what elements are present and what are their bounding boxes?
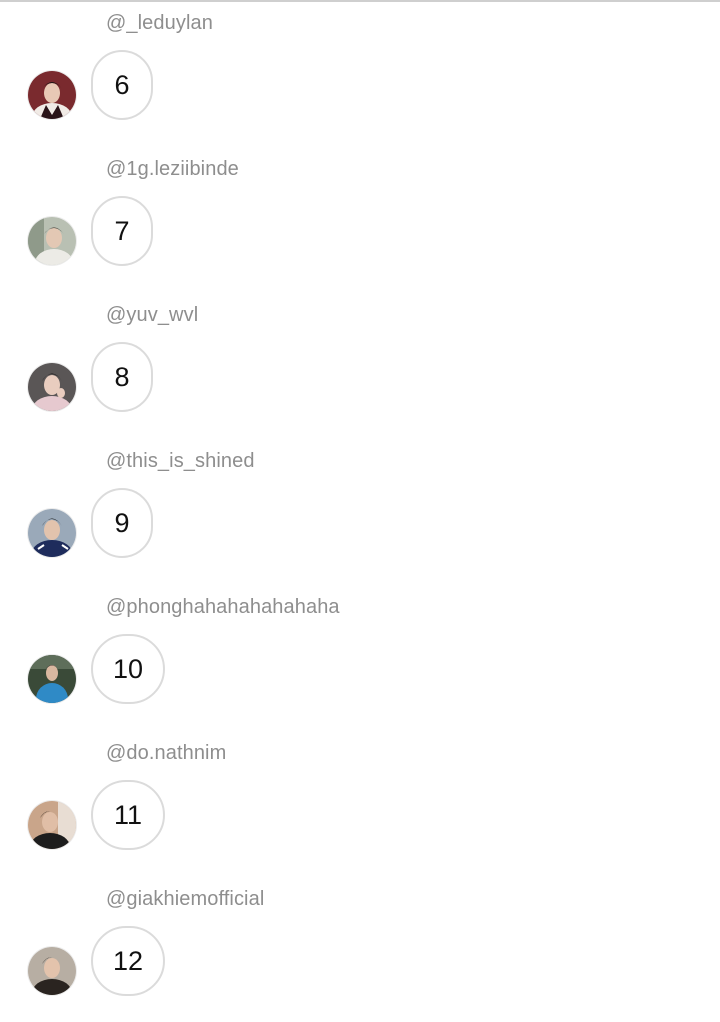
message-text: 6 (114, 69, 130, 100)
avatar-photo (28, 655, 76, 703)
avatar[interactable] (28, 801, 76, 849)
message-row: @do.nathnim 11 (0, 730, 720, 876)
message-row: @this_is_shined 9 (0, 438, 720, 584)
message-username[interactable]: @do.nathnim (106, 742, 226, 765)
message-username[interactable]: @this_is_shined (106, 450, 255, 473)
avatar-photo (28, 801, 76, 849)
message-bubble[interactable]: 10 (91, 634, 165, 704)
avatar-photo (28, 71, 76, 119)
avatar-photo (28, 217, 76, 265)
message-username[interactable]: @phonghahahahahahaha (106, 596, 340, 619)
avatar[interactable] (28, 655, 76, 703)
message-row: @phonghahahahahahaha 10 (0, 584, 720, 730)
message-username[interactable]: @_leduylan (106, 12, 213, 35)
avatar-photo (28, 947, 76, 995)
message-text: 11 (113, 799, 143, 830)
message-username[interactable]: @giakhiemofficial (106, 888, 264, 911)
message-row: @giakhiemofficial 12 (0, 876, 720, 1022)
message-row: @_leduylan 6 (0, 0, 720, 146)
message-bubble[interactable]: 12 (91, 926, 165, 996)
message-bubble[interactable]: 6 (91, 50, 153, 120)
message-text: 9 (114, 507, 130, 538)
message-text: 12 (112, 945, 144, 976)
avatar-photo (28, 363, 76, 411)
avatar-photo (28, 509, 76, 557)
message-text: 10 (112, 653, 144, 684)
message-bubble[interactable]: 9 (91, 488, 153, 558)
avatar[interactable] (28, 363, 76, 411)
message-text: 8 (114, 361, 130, 392)
message-bubble[interactable]: 11 (91, 780, 165, 850)
message-text: 7 (114, 215, 130, 246)
message-username[interactable]: @1g.leziibinde (106, 158, 239, 181)
avatar[interactable] (28, 947, 76, 995)
message-username[interactable]: @yuv_wvl (106, 304, 198, 327)
message-row: @yuv_wvl 8 (0, 292, 720, 438)
message-bubble[interactable]: 7 (91, 196, 153, 266)
avatar[interactable] (28, 71, 76, 119)
message-bubble[interactable]: 8 (91, 342, 153, 412)
avatar[interactable] (28, 509, 76, 557)
avatar[interactable] (28, 217, 76, 265)
message-thread[interactable]: @_leduylan 6 @1g.leziibinde 7 @yuv_wvl 8… (0, 0, 720, 1022)
message-row: @1g.leziibinde 7 (0, 146, 720, 292)
